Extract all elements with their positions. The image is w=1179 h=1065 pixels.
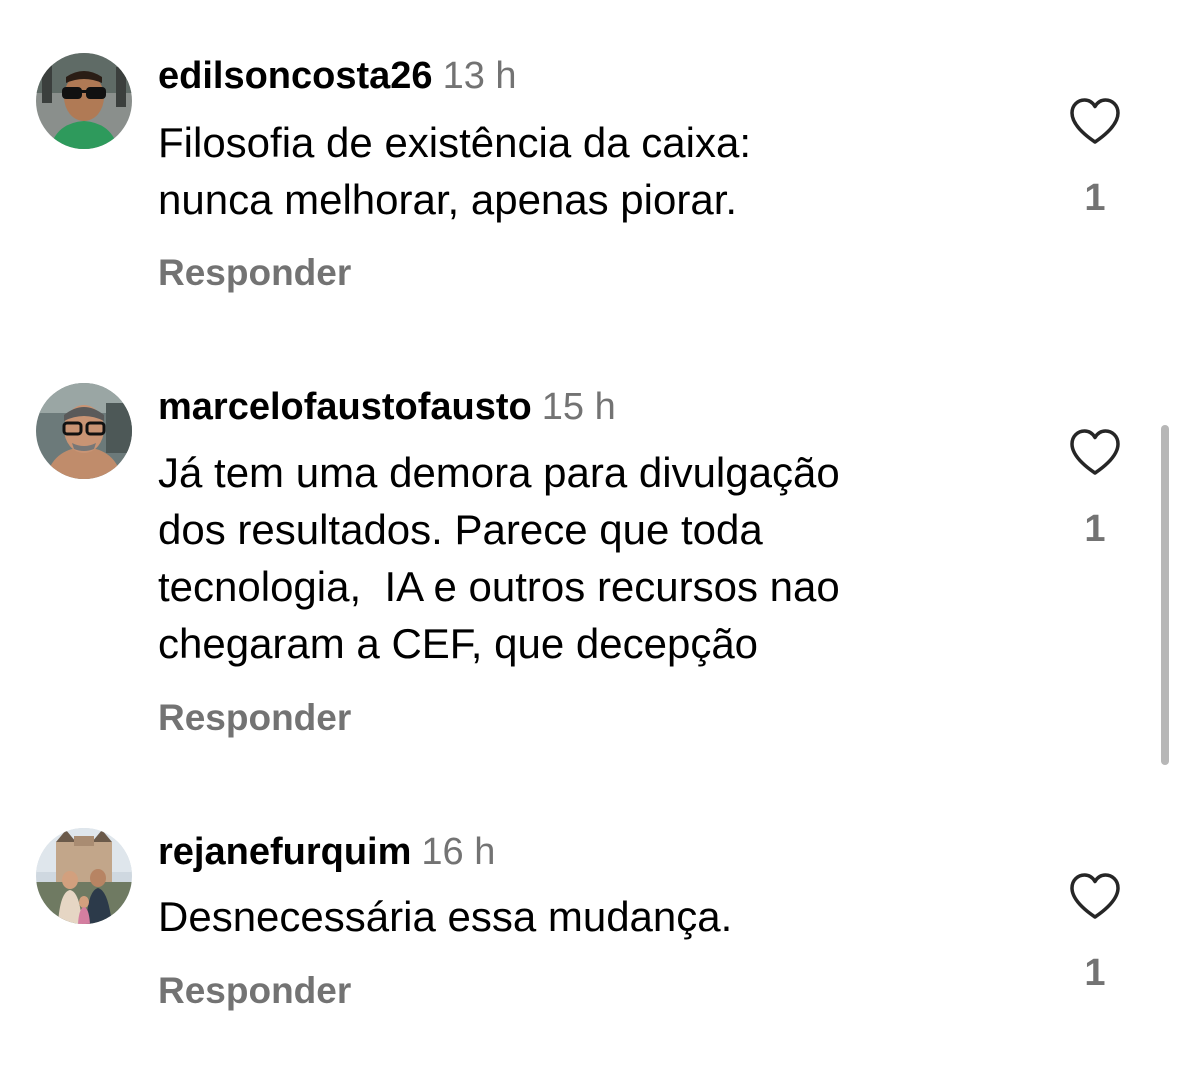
heart-icon: [1070, 98, 1120, 144]
comment-time: 16 h: [421, 831, 496, 873]
reply-button[interactable]: Responder: [158, 695, 351, 741]
comment-text: Desnecessária essa mudança.: [158, 893, 733, 940]
username[interactable]: edilsoncosta26: [158, 55, 433, 97]
heart-icon: [1070, 873, 1120, 919]
like-button[interactable]: [1068, 428, 1122, 478]
avatar[interactable]: [36, 53, 132, 149]
profile-photo-icon: [36, 53, 132, 149]
avatar[interactable]: [36, 828, 132, 924]
like-count: 1: [1084, 508, 1106, 550]
comment-header: edilsoncosta26 13 h: [158, 52, 517, 100]
like-count: 1: [1084, 952, 1106, 994]
comment-time: 13 h: [442, 55, 517, 97]
like-button[interactable]: [1068, 872, 1122, 922]
heart-icon: [1070, 429, 1120, 475]
reply-button[interactable]: Responder: [158, 250, 351, 296]
comment-header: marcelofaustofausto 15 h: [158, 383, 616, 431]
profile-photo-icon: [36, 828, 132, 924]
comment-time: 15 h: [541, 386, 616, 428]
reply-button[interactable]: Responder: [158, 968, 351, 1014]
like-count: 1: [1084, 177, 1106, 219]
username[interactable]: marcelofaustofausto: [158, 386, 532, 428]
profile-photo-icon: [36, 383, 132, 479]
scrollbar[interactable]: [1161, 425, 1169, 765]
username[interactable]: rejanefurquim: [158, 831, 411, 873]
comment-text: Filosofia de existência da caixa: nunca …: [158, 119, 751, 223]
comment-text: Já tem uma demora para divulgação dos re…: [158, 449, 840, 667]
avatar[interactable]: [36, 383, 132, 479]
like-button[interactable]: [1068, 97, 1122, 147]
comment-header: rejanefurquim 16 h: [158, 828, 495, 876]
